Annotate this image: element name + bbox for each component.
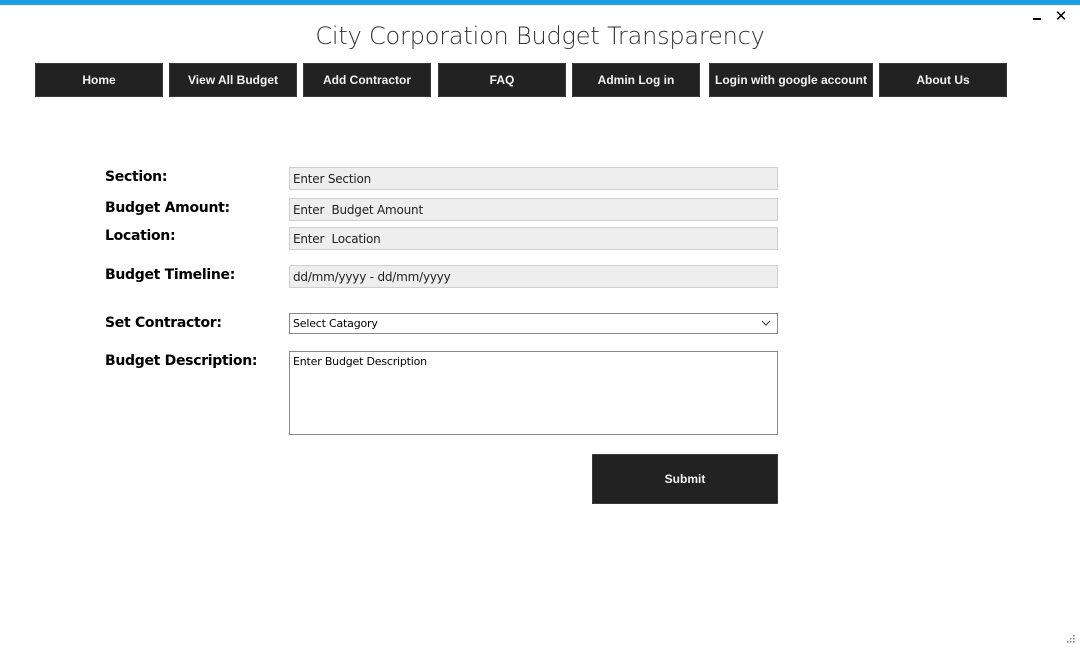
window-accent-border: [0, 0, 1080, 5]
nav-home-button[interactable]: Home: [35, 63, 163, 97]
minimize-icon: [1033, 18, 1041, 20]
nav-faq-button[interactable]: FAQ: [438, 63, 566, 97]
location-label: Location:: [105, 228, 176, 244]
section-label: Section:: [105, 169, 168, 185]
budget-timeline-label: Budget Timeline:: [105, 267, 236, 283]
set-contractor-label: Set Contractor:: [105, 315, 222, 331]
section-input[interactable]: [289, 167, 778, 190]
nav-admin-login-button[interactable]: Admin Log in: [572, 63, 700, 97]
nav-about-us-button[interactable]: About Us: [879, 63, 1007, 97]
nav-google-login-button[interactable]: Login with google account: [709, 63, 873, 97]
contractor-category-select[interactable]: Select Catagory: [289, 313, 778, 334]
submit-button[interactable]: Submit: [592, 454, 778, 504]
nav-add-contractor-button[interactable]: Add Contractor: [303, 63, 431, 97]
budget-amount-label: Budget Amount:: [105, 200, 230, 216]
contractor-category-value: Select Catagory: [293, 317, 378, 330]
location-input[interactable]: [289, 227, 778, 250]
page-title: City Corporation Budget Transparency: [315, 22, 765, 50]
budget-amount-input[interactable]: [289, 198, 778, 221]
budget-timeline-input[interactable]: [289, 265, 778, 288]
chevron-down-icon: [761, 320, 771, 326]
budget-description-textarea[interactable]: [289, 351, 778, 435]
resize-grip-icon[interactable]: [1064, 634, 1076, 646]
budget-description-label: Budget Description:: [105, 353, 258, 369]
nav-view-all-budget-button[interactable]: View All Budget: [169, 63, 297, 97]
